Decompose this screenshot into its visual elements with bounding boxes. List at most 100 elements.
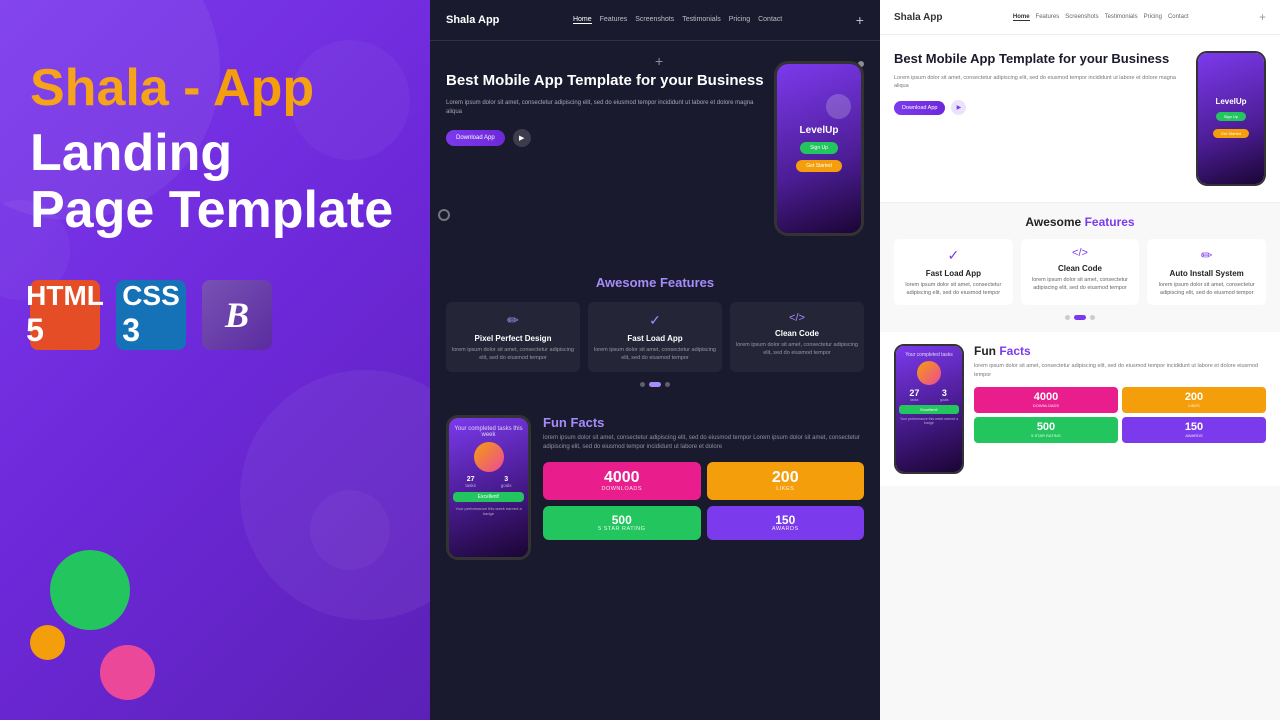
title-landing: Landing: [30, 125, 400, 182]
feature-icon-pixel: ✏: [452, 312, 574, 329]
phone-circle: [826, 94, 851, 119]
features-heading-dark: Awesome Features: [446, 275, 864, 290]
fun-perf-light: Your performance this week earned a badg…: [899, 417, 959, 425]
deco-circle-green: [50, 550, 130, 630]
nav-logo-dark: Shala App: [446, 14, 499, 26]
phone-mockup-dark: LevelUp Sign Up Get Started: [774, 61, 864, 236]
feature-name-pixel: Pixel Perfect Design: [452, 334, 574, 343]
feature-card-fast: ✓ Fast Load App lorem ipsum dolor sit am…: [588, 302, 722, 372]
dot-2-active: [649, 382, 661, 387]
nav-link-pricing[interactable]: Pricing: [729, 16, 750, 24]
stat-downloads-lbl-light: DOWNLOADS: [979, 403, 1113, 408]
fun-badge-light: Excellent!: [899, 405, 959, 414]
fun-stat-3: 3: [501, 476, 512, 483]
fun-avatar: [474, 442, 504, 472]
dot-light-3: [1090, 315, 1095, 320]
fun-title-light: Fun Facts: [974, 344, 1266, 358]
phone-small-logo: LevelUp: [1215, 97, 1246, 106]
nav-links-dark: Home Features Screenshots Testimonials P…: [573, 16, 782, 24]
stat-awards-label: AWARDS: [715, 526, 857, 532]
phone-screen-dark: LevelUp Sign Up Get Started: [777, 64, 861, 233]
nav-link-testimonials[interactable]: Testimonials: [682, 16, 721, 24]
feature-desc-fast-light: lorem ipsum dolor sit amet, consectetur …: [899, 282, 1008, 297]
feature-icon-code: </>: [736, 312, 858, 324]
nav-plus-dark: +: [856, 12, 864, 28]
fun-phone-light-screen: Your completed tasks 27 tasks 3 goals Ex…: [896, 346, 962, 472]
stat-likes-label: LIKES: [715, 486, 857, 492]
stat-downloads-num-light: 4000: [979, 392, 1113, 403]
btn-play-dark[interactable]: ▶: [513, 129, 531, 147]
title-shala: Shala - App: [30, 59, 314, 117]
fun-phone-stats: 27 tasks 3 goals: [453, 476, 524, 488]
feature-name-auto-light: Auto Install System: [1152, 269, 1261, 278]
title-page-template: Page Template: [30, 182, 400, 239]
hero-light-title: Best Mobile App Template for your Busine…: [894, 51, 1186, 68]
hero-light-text: Lorem ipsum dolor sit amet, consectetur …: [894, 74, 1186, 91]
feature-icon-fast-light: ✓: [899, 247, 1008, 264]
right-area: Shala App Home Features Screenshots Test…: [430, 0, 1280, 720]
fun-phone-screen: Your completed tasks this week 27 tasks …: [449, 418, 528, 557]
stat-rating-lbl-light: 5 STAR RATING: [979, 433, 1113, 438]
feature-name-fast: Fast Load App: [594, 334, 716, 343]
fun-content-dark: Fun Facts lorem ipsum dolor sit amet, co…: [543, 415, 864, 540]
fun-stat-27: 27: [465, 476, 476, 483]
nl-testimonials[interactable]: Testimonials: [1105, 14, 1138, 21]
fun-phone-light: Your completed tasks 27 tasks 3 goals Ex…: [894, 344, 964, 474]
phone-logo: LevelUp: [800, 125, 839, 136]
navbar-dark: Shala App Home Features Screenshots Test…: [430, 0, 880, 41]
feature-card-pixel: ✏ Pixel Perfect Design lorem ipsum dolor…: [446, 302, 580, 372]
feature-name-fast-light: Fast Load App: [899, 269, 1008, 278]
fun-facts-light: Your completed tasks 27 tasks 3 goals Ex…: [880, 332, 1280, 486]
stat-awards-light: 150 AWARDS: [1122, 417, 1266, 443]
preview-dark: Shala App Home Features Screenshots Test…: [430, 0, 880, 720]
features-light: Awesome Features ✓ Fast Load App lorem i…: [880, 203, 1280, 332]
fun-desc-light: lorem ipsum dolor sit amet, consectetur …: [974, 362, 1266, 379]
stat-downloads-label: DOWNLOADS: [551, 486, 693, 492]
hero-light-buttons: Download App ▶: [894, 100, 1186, 115]
fun-stat-27-label: tasks: [465, 483, 476, 488]
nl-features[interactable]: Features: [1036, 14, 1060, 21]
feature-icon-fast: ✓: [594, 312, 716, 329]
nl-contact[interactable]: Contact: [1168, 14, 1189, 21]
btn-download-light[interactable]: Download App: [894, 101, 945, 115]
fun-phone-container: Your completed tasks this week 27 tasks …: [446, 415, 531, 560]
hero-title-dark: Best Mobile App Template for your Busine…: [446, 71, 764, 91]
stat-downloads-light: 4000 DOWNLOADS: [974, 387, 1118, 413]
stat-likes-lbl-light: LIKES: [1127, 403, 1261, 408]
bootstrap-icon: B: [202, 280, 272, 350]
stat-awards-number: 150: [715, 514, 857, 526]
nav-link-features[interactable]: Features: [600, 16, 628, 24]
fun-badge: Excellent!: [453, 492, 524, 502]
dot-light-2-active: [1074, 315, 1086, 320]
nl-home[interactable]: Home: [1013, 14, 1030, 21]
nav-link-contact[interactable]: Contact: [758, 16, 782, 24]
fun-phone-light-stats: 27 tasks 3 goals: [899, 388, 959, 402]
stat-likes-number: 200: [715, 470, 857, 486]
nav-link-home[interactable]: Home: [573, 16, 592, 24]
dot-light-1: [1065, 315, 1070, 320]
fun-stat-3-lbl-light: goals: [940, 398, 948, 402]
nav-link-screenshots[interactable]: Screenshots: [635, 16, 674, 24]
deco-circle-pink: [100, 645, 155, 700]
hero-light: Best Mobile App Template for your Busine…: [880, 35, 1280, 202]
stat-awards-num-light: 150: [1127, 422, 1261, 433]
fun-phone: Your completed tasks this week 27 tasks …: [446, 415, 531, 560]
feature-desc-auto-light: lorem ipsum dolor sit amet, consectetur …: [1152, 282, 1261, 297]
feature-card-code-light: </> Clean Code lorem ipsum dolor sit ame…: [1021, 239, 1140, 305]
fun-title-dark: Fun Facts: [543, 415, 864, 430]
btn-download-dark[interactable]: Download App: [446, 130, 505, 146]
html5-icon: HTML5: [30, 280, 100, 350]
carousel-dots-light: [894, 315, 1266, 320]
nl-pricing[interactable]: Pricing: [1144, 14, 1162, 21]
nl-screenshots[interactable]: Screenshots: [1065, 14, 1098, 21]
phone-btn-yellow: Get Started: [796, 160, 842, 172]
carousel-dots-dark: [446, 382, 864, 387]
btn-play-light[interactable]: ▶: [951, 100, 966, 115]
css3-icon: CSS3: [116, 280, 186, 350]
fun-avatar-light: [917, 361, 941, 385]
hero-light-content: Best Mobile App Template for your Busine…: [894, 51, 1186, 186]
phone-small-btn-green: Sign Up: [1216, 112, 1246, 121]
dot-1: [640, 382, 645, 387]
stat-rating-light: 500 5 STAR RATING: [974, 417, 1118, 443]
deco-plus: +: [655, 53, 663, 69]
